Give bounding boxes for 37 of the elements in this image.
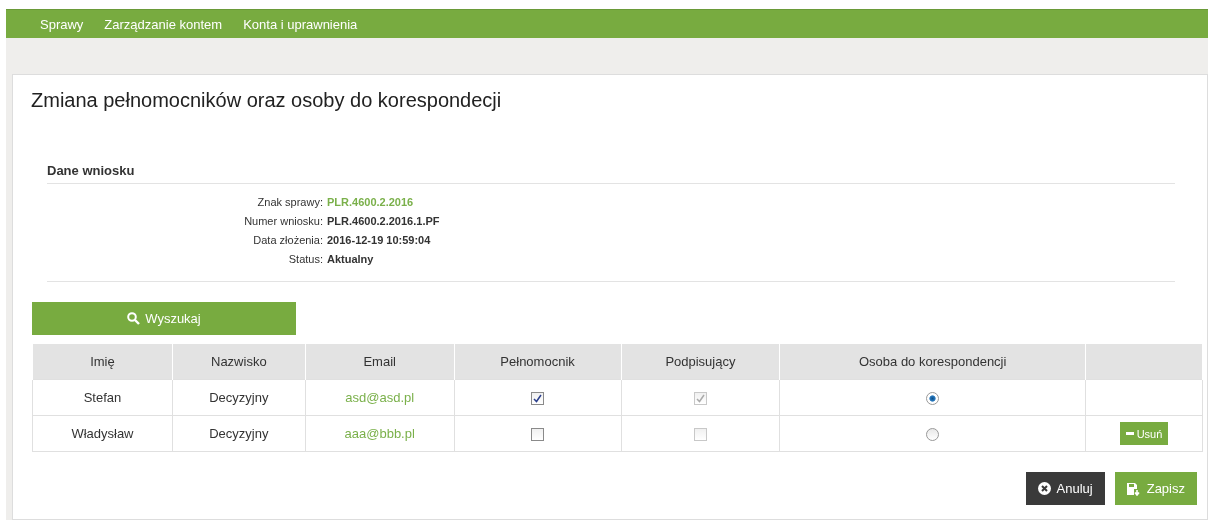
field-label: Numer wniosku: [243, 215, 323, 227]
table-cell: Władysław [71, 426, 134, 441]
checkbox[interactable] [531, 392, 545, 406]
minus-icon [1125, 432, 1134, 435]
email-link[interactable]: asd@asd.pl [345, 390, 415, 405]
field-value[interactable]: PLR.4600.2.2016 [327, 196, 414, 208]
table-cell: Stefan [83, 390, 122, 405]
radio-button[interactable] [926, 428, 940, 442]
field-value: 2016-12-19 10:59:04 [327, 234, 431, 246]
field-value: PLR.4600.2.2016.1.PF [327, 215, 440, 227]
column-header: Nazwisko [172, 344, 306, 380]
field-value: Aktualny [327, 253, 374, 265]
field-label: Znak sprawy: [256, 196, 323, 208]
nav-link[interactable]: Konta i uprawnienia [236, 16, 372, 32]
nav-link[interactable]: Sprawy [33, 16, 98, 32]
search-button[interactable]: Wyszukaj [32, 302, 296, 335]
table-cell: Decyzyjny [209, 390, 269, 405]
cancel-button[interactable]: Anuluj [1025, 472, 1105, 505]
field-label: Data złożenia: [252, 234, 323, 246]
save-button[interactable]: Zapisz [1114, 472, 1197, 505]
column-header: Pełnomocnik [454, 344, 621, 380]
remove-button[interactable]: Usuń [1119, 422, 1169, 445]
close-icon [1037, 482, 1051, 495]
search-icon [127, 312, 141, 325]
column-header: Email [305, 344, 455, 380]
save-icon [1126, 481, 1141, 496]
column-header: Imię [32, 344, 173, 380]
nav-link[interactable]: Zarządzanie kontem [97, 16, 237, 32]
table-cell: Decyzyjny [209, 426, 269, 441]
page-title: Zmiana pełnomocników oraz osoby do korespondecji [31, 89, 503, 112]
column-header: Podpisujący [621, 344, 780, 380]
checkbox[interactable] [531, 428, 545, 442]
radio-button[interactable] [926, 392, 940, 406]
column-header: Osoba do korespondencji [779, 344, 1086, 380]
email-link[interactable]: aaa@bbb.pl [344, 426, 415, 441]
field-label: Status: [287, 253, 323, 265]
section-heading: Dane wniosku [47, 163, 1175, 184]
